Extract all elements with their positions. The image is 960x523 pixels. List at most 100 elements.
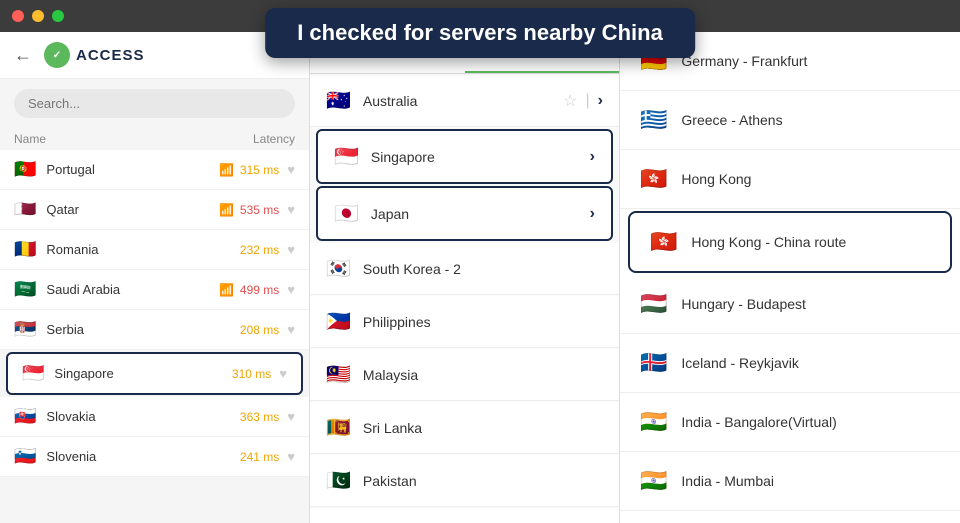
- country-name: Slovakia: [46, 409, 240, 424]
- star-icon[interactable]: ☆: [563, 91, 577, 111]
- country-flag: 🇸🇮: [14, 446, 36, 467]
- mid-country-name: Australia: [363, 93, 563, 109]
- country-flag: 🇷🇴: [14, 239, 36, 260]
- server-item[interactable]: 🇸🇦 Saudi Arabia 📶 499 ms ♥: [0, 270, 309, 310]
- right-country-name: India - Bangalore(Virtual): [681, 414, 836, 430]
- ui-container: ← ✓ ACCESS Name Latency 🇵🇹 Portugal 📶 31…: [0, 32, 960, 523]
- search-input[interactable]: [14, 89, 295, 118]
- right-flag: 🇭🇰: [640, 166, 667, 192]
- country-name: Qatar: [46, 202, 219, 217]
- tooltip-banner: I checked for servers nearby China: [265, 8, 695, 58]
- country-name: Romania: [46, 242, 240, 257]
- right-list-item[interactable]: 🇮🇳 India - Mumbai: [620, 452, 960, 511]
- right-flag: 🇭🇺: [640, 291, 667, 317]
- heart-icon[interactable]: ♥: [279, 366, 287, 381]
- expand-icon[interactable]: ›: [590, 205, 595, 223]
- heart-icon[interactable]: ♥: [287, 409, 295, 424]
- country-name: Singapore: [54, 366, 232, 381]
- server-item[interactable]: 🇸🇰 Slovakia 363 ms ♥: [0, 397, 309, 437]
- heart-icon[interactable]: ♥: [287, 449, 295, 464]
- heart-icon[interactable]: ♥: [287, 162, 295, 177]
- mid-list-item[interactable]: 🇰🇷 South Korea - 2: [310, 243, 619, 295]
- divider: |: [586, 92, 590, 110]
- list-header: Name Latency: [0, 128, 309, 150]
- mid-list-item[interactable]: 🇵🇭 Philippines: [310, 296, 619, 348]
- country-flag: 🇸🇰: [14, 406, 36, 427]
- mid-flag: 🇵🇰: [326, 468, 351, 493]
- minimize-dot[interactable]: [32, 10, 44, 22]
- expand-icon[interactable]: ›: [590, 148, 595, 166]
- mid-list: 🇦🇺 Australia ☆ | › 🇸🇬 Singapore › 🇯🇵 Jap…: [310, 74, 619, 523]
- mid-country-name: Philippines: [363, 314, 603, 330]
- latency-value: 208 ms: [240, 323, 279, 337]
- heart-icon[interactable]: ♥: [287, 282, 295, 297]
- right-country-name: India - Mumbai: [681, 473, 774, 489]
- server-list: 🇵🇹 Portugal 📶 315 ms ♥ 🇶🇦 Qatar 📶 535 ms…: [0, 150, 309, 523]
- country-name: Slovenia: [46, 449, 240, 464]
- close-dot[interactable]: [12, 10, 24, 22]
- heart-icon[interactable]: ♥: [287, 202, 295, 217]
- back-button[interactable]: ←: [14, 45, 32, 66]
- heart-icon[interactable]: ♥: [287, 242, 295, 257]
- latency-value: 363 ms: [240, 410, 279, 424]
- pia-logo-text: ACCESS: [76, 47, 145, 64]
- latency-value: 232 ms: [240, 243, 279, 257]
- mid-list-item[interactable]: 🇯🇵 Japan ›: [316, 186, 613, 241]
- right-flag: 🇮🇳: [640, 468, 667, 494]
- pia-logo-icon: ✓: [44, 42, 70, 68]
- col-name: Name: [14, 132, 46, 146]
- right-country-name: Greece - Athens: [681, 112, 782, 128]
- country-flag: 🇸🇦: [14, 279, 36, 300]
- middle-panel: RecommendedAll Locations 🇦🇺 Australia ☆ …: [310, 32, 620, 523]
- pia-header: ← ✓ ACCESS: [0, 32, 309, 79]
- country-name: Saudi Arabia: [46, 282, 219, 297]
- latency-value: 535 ms: [240, 203, 279, 217]
- mid-country-name: Japan: [371, 206, 590, 222]
- country-name: Portugal: [46, 162, 219, 177]
- right-list-item[interactable]: 🇭🇺 Hungary - Budapest: [620, 275, 960, 334]
- mid-list-item[interactable]: 🇲🇾 Malaysia: [310, 349, 619, 401]
- server-item[interactable]: 🇷🇸 Serbia 208 ms ♥: [0, 310, 309, 350]
- server-item[interactable]: 🇸🇮 Slovenia 241 ms ♥: [0, 437, 309, 477]
- maximize-dot[interactable]: [52, 10, 64, 22]
- right-country-name: Germany - Frankfurt: [681, 53, 807, 69]
- right-country-name: Hong Kong - China route: [691, 234, 846, 250]
- mid-country-name: Sri Lanka: [363, 420, 603, 436]
- mid-list-item[interactable]: 🇰🇿 Kazakhstan: [310, 508, 619, 523]
- right-panel: 🇩🇪 Germany - Frankfurt 🇬🇷 Greece - Athen…: [620, 32, 960, 523]
- mid-list-item[interactable]: 🇸🇬 Singapore ›: [316, 129, 613, 184]
- server-item[interactable]: 🇸🇬 Singapore 310 ms ♥: [6, 352, 303, 395]
- server-item[interactable]: 🇶🇦 Qatar 📶 535 ms ♥: [0, 190, 309, 230]
- right-list-item[interactable]: 🇬🇷 Greece - Athens: [620, 91, 960, 150]
- right-country-name: Hong Kong: [681, 171, 751, 187]
- server-item[interactable]: 🇷🇴 Romania 232 ms ♥: [0, 230, 309, 270]
- tooltip-text: I checked for servers nearby China: [297, 20, 663, 45]
- right-list-item[interactable]: 🇭🇰 Hong Kong: [620, 150, 960, 209]
- mid-flag: 🇸🇬: [334, 144, 359, 169]
- latency-value: 499 ms: [240, 283, 279, 297]
- mid-country-name: Singapore: [371, 149, 590, 165]
- mid-country-name: Pakistan: [363, 473, 603, 489]
- mid-list-item[interactable]: 🇵🇰 Pakistan: [310, 455, 619, 507]
- pia-logo: ✓ ACCESS: [44, 42, 145, 68]
- right-flag: 🇭🇰: [650, 229, 677, 255]
- signal-icon: 📶: [219, 203, 234, 217]
- server-item[interactable]: 🇵🇹 Portugal 📶 315 ms ♥: [0, 150, 309, 190]
- signal-icon: 📶: [219, 163, 234, 177]
- mid-country-name: South Korea - 2: [363, 261, 603, 277]
- mid-list-item[interactable]: 🇦🇺 Australia ☆ | ›: [310, 75, 619, 127]
- country-name: Serbia: [46, 322, 240, 337]
- right-list-item[interactable]: 🇮🇳 India - Bangalore(Virtual): [620, 393, 960, 452]
- mid-list-item[interactable]: 🇱🇰 Sri Lanka: [310, 402, 619, 454]
- country-flag: 🇵🇹: [14, 159, 36, 180]
- left-panel: ← ✓ ACCESS Name Latency 🇵🇹 Portugal 📶 31…: [0, 32, 310, 523]
- mid-flag: 🇲🇾: [326, 362, 351, 387]
- mid-flag: 🇵🇭: [326, 309, 351, 334]
- right-list-item[interactable]: 🇮🇸 Iceland - Reykjavik: [620, 334, 960, 393]
- right-country-name: Hungary - Budapest: [681, 296, 806, 312]
- latency-value: 241 ms: [240, 450, 279, 464]
- heart-icon[interactable]: ♥: [287, 322, 295, 337]
- expand-icon[interactable]: ›: [598, 92, 603, 110]
- right-flag: 🇮🇸: [640, 350, 667, 376]
- right-list-item[interactable]: 🇭🇰 Hong Kong - China route: [628, 211, 952, 273]
